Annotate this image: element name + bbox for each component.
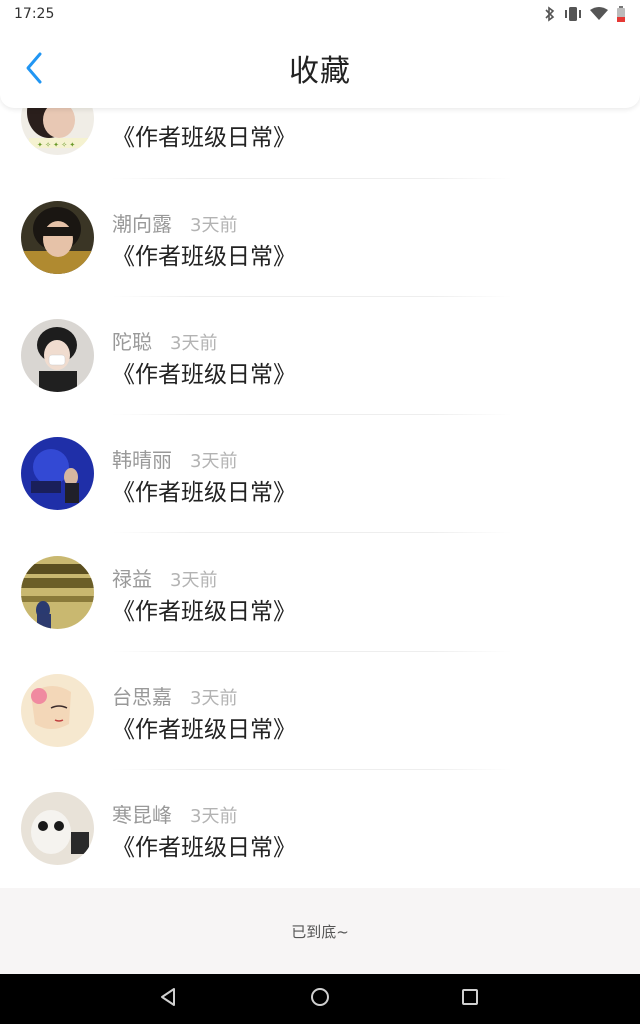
- triangle-back-icon: [157, 986, 179, 1012]
- avatar[interactable]: [21, 556, 94, 629]
- author-name[interactable]: 禄益: [112, 563, 152, 592]
- post-time: 3天前: [170, 333, 218, 354]
- post-title[interactable]: 《作者班级日常》: [112, 473, 296, 507]
- status-bar: 17:25: [0, 0, 640, 28]
- nav-back-button[interactable]: [156, 987, 180, 1011]
- page-title: 收藏: [289, 54, 351, 89]
- end-of-list: 已到底~: [0, 888, 640, 974]
- nav-recents-button[interactable]: [458, 987, 482, 1011]
- list-item[interactable]: 台思嘉 3天前 《作者班级日常》: [0, 674, 640, 792]
- vibrate-icon: [564, 6, 582, 22]
- post-time: 3天前: [190, 215, 238, 236]
- list-item[interactable]: 韩晴丽 3天前 《作者班级日常》: [0, 437, 640, 555]
- avatar[interactable]: [21, 437, 94, 510]
- author-name[interactable]: 陀聪: [112, 326, 152, 355]
- author-line: 台思嘉 3天前: [112, 681, 237, 710]
- avatar[interactable]: [21, 674, 94, 747]
- avatar[interactable]: [21, 319, 94, 392]
- author-name[interactable]: 韩晴丽: [112, 444, 172, 473]
- author-name[interactable]: 台思嘉: [112, 681, 172, 710]
- post-title[interactable]: 《作者班级日常》: [112, 355, 296, 389]
- status-time: 17:25: [14, 6, 55, 22]
- list-item[interactable]: 潮向露 3天前 《作者班级日常》: [0, 201, 640, 319]
- post-time: 3天前: [190, 806, 238, 827]
- back-button[interactable]: [18, 52, 50, 88]
- end-of-list-text: 已到底~: [291, 922, 349, 941]
- post-title[interactable]: 《作者班级日常》: [112, 118, 296, 152]
- author-line: 禄益 3天前: [112, 563, 217, 592]
- author-line: 寒昆峰 3天前: [112, 799, 237, 828]
- avatar[interactable]: [21, 201, 94, 274]
- divider: [112, 296, 512, 297]
- wifi-icon: [590, 7, 608, 21]
- divider: [112, 414, 512, 415]
- post-title[interactable]: 《作者班级日常》: [112, 828, 296, 862]
- header: 收藏: [0, 28, 640, 108]
- post-title[interactable]: 《作者班级日常》: [112, 592, 296, 626]
- author-name[interactable]: 寒昆峰: [112, 799, 172, 828]
- author-line: 陀聪 3天前: [112, 326, 217, 355]
- divider: [112, 651, 512, 652]
- list-item[interactable]: 禄益 3天前 《作者班级日常》: [0, 556, 640, 674]
- avatar[interactable]: [21, 792, 94, 865]
- post-title[interactable]: 《作者班级日常》: [112, 710, 296, 744]
- post-time: 3天前: [170, 570, 218, 591]
- favorites-list[interactable]: ✦ ✧ ✦ ✧ ✦ 《作者班级日常》 潮向露 3天前 《作者班级日常》 陀聪 3…: [0, 0, 640, 888]
- list-item[interactable]: 寒昆峰 3天前 《作者班级日常》: [0, 792, 640, 888]
- nav-home-button[interactable]: [308, 987, 332, 1011]
- divider: [112, 532, 512, 533]
- divider: [112, 769, 512, 770]
- system-nav-bar: [0, 974, 640, 1024]
- list-item[interactable]: 陀聪 3天前 《作者班级日常》: [0, 319, 640, 437]
- status-icons: [544, 6, 626, 22]
- author-line: 韩晴丽 3天前: [112, 444, 237, 473]
- svg-text:✦ ✧ ✦ ✧ ✦: ✦ ✧ ✦ ✧ ✦: [37, 141, 75, 149]
- battery-icon: [616, 6, 626, 22]
- circle-home-icon: [309, 986, 331, 1012]
- chevron-left-icon: [24, 51, 44, 89]
- screen: ✦ ✧ ✦ ✧ ✦ 《作者班级日常》 潮向露 3天前 《作者班级日常》 陀聪 3…: [0, 0, 640, 1024]
- post-time: 3天前: [190, 688, 238, 709]
- author-name[interactable]: 潮向露: [112, 208, 172, 237]
- author-line: 潮向露 3天前: [112, 208, 237, 237]
- divider: [112, 178, 512, 179]
- post-time: 3天前: [190, 451, 238, 472]
- square-recents-icon: [459, 986, 481, 1012]
- bluetooth-icon: [544, 6, 556, 22]
- post-title[interactable]: 《作者班级日常》: [112, 237, 296, 271]
